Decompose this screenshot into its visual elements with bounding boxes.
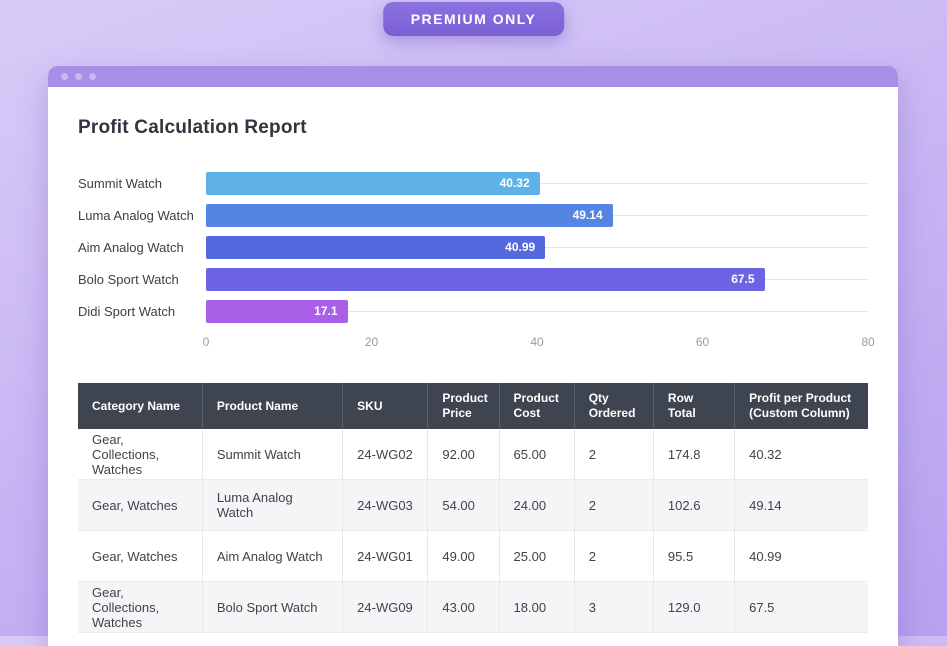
chart-bar: 67.5 bbox=[206, 268, 765, 291]
chart-bar-label: Summit Watch bbox=[78, 176, 206, 191]
table-row: Gear, Collections, WatchesSummit Watch24… bbox=[78, 429, 868, 480]
axis-tick-label: 0 bbox=[203, 335, 210, 349]
table-cell: Summit Watch bbox=[202, 429, 342, 480]
table-cell: 24.00 bbox=[499, 480, 574, 531]
chart-x-axis: 020406080 bbox=[206, 335, 868, 351]
table-cell: Luma Analog Watch bbox=[202, 480, 342, 531]
table-cell: 2 bbox=[574, 429, 653, 480]
table-cell: 65.00 bbox=[499, 429, 574, 480]
chart-bar-label: Didi Sport Watch bbox=[78, 304, 206, 319]
table-cell: Bolo Sport Watch bbox=[202, 582, 342, 633]
table-cell: 102.6 bbox=[653, 480, 734, 531]
table-cell: Gear, Watches bbox=[78, 480, 202, 531]
table-header-cell: Product Price bbox=[428, 383, 499, 429]
report-window: Profit Calculation Report Summit Watch 40… bbox=[48, 66, 898, 646]
window-control-dot bbox=[61, 73, 68, 80]
table-cell: Gear, Watches bbox=[78, 531, 202, 582]
chart-bar-track: 17.1 bbox=[206, 300, 868, 323]
table-header-row: Category NameProduct NameSKUProduct Pric… bbox=[78, 383, 868, 429]
chart-bars-area: Summit Watch 40.32 Luma Analog Watch 49.14 A… bbox=[78, 167, 868, 327]
axis-tick-label: 60 bbox=[696, 335, 709, 349]
table-cell: 24-WG02 bbox=[343, 429, 428, 480]
table-cell: 49.00 bbox=[428, 531, 499, 582]
table-cell: Gear, Collections, Watches bbox=[78, 429, 202, 480]
table-cell: 24-WG01 bbox=[343, 531, 428, 582]
chart-bar-row: Aim Analog Watch 40.99 bbox=[78, 231, 868, 263]
chart-bar: 49.14 bbox=[206, 204, 613, 227]
chart-bar-row: Didi Sport Watch 17.1 bbox=[78, 295, 868, 327]
table-cell: 95.5 bbox=[653, 531, 734, 582]
table-cell: 3 bbox=[574, 582, 653, 633]
table-cell: 43.00 bbox=[428, 582, 499, 633]
table-row: Gear, WatchesLuma Analog Watch24-WG0354.… bbox=[78, 480, 868, 531]
table-header-cell: Product Cost bbox=[499, 383, 574, 429]
chart-bar-track: 67.5 bbox=[206, 268, 868, 291]
table-header-cell: Row Total bbox=[653, 383, 734, 429]
table-header-cell: Profit per Product (Custom Column) bbox=[735, 383, 868, 429]
table-cell: 2 bbox=[574, 480, 653, 531]
table-cell: Aim Analog Watch bbox=[202, 531, 342, 582]
report-table: Category NameProduct NameSKUProduct Pric… bbox=[78, 383, 868, 633]
axis-tick-label: 80 bbox=[861, 335, 874, 349]
axis-tick-label: 20 bbox=[365, 335, 378, 349]
chart-bar-label: Aim Analog Watch bbox=[78, 240, 206, 255]
premium-badge-label: PREMIUM ONLY bbox=[411, 11, 537, 27]
table-cell: 40.32 bbox=[735, 429, 868, 480]
chart-bar: 40.99 bbox=[206, 236, 545, 259]
table-cell: 129.0 bbox=[653, 582, 734, 633]
table-header-cell: Product Name bbox=[202, 383, 342, 429]
profit-bar-chart: Summit Watch 40.32 Luma Analog Watch 49.14 A… bbox=[78, 167, 868, 351]
table-cell: 67.5 bbox=[735, 582, 868, 633]
table-cell: 40.99 bbox=[735, 531, 868, 582]
table-cell: 24-WG03 bbox=[343, 480, 428, 531]
axis-tick-label: 40 bbox=[530, 335, 543, 349]
chart-bar: 17.1 bbox=[206, 300, 348, 323]
table-cell: 18.00 bbox=[499, 582, 574, 633]
chart-bar-value: 40.32 bbox=[500, 176, 530, 190]
chart-bar-value: 40.99 bbox=[505, 240, 535, 254]
report-table-body: Gear, Collections, WatchesSummit Watch24… bbox=[78, 429, 868, 633]
table-cell: 54.00 bbox=[428, 480, 499, 531]
chart-bar-track: 40.99 bbox=[206, 236, 868, 259]
table-cell: 49.14 bbox=[735, 480, 868, 531]
table-header-cell: SKU bbox=[343, 383, 428, 429]
window-titlebar bbox=[48, 66, 898, 87]
report-table-head: Category NameProduct NameSKUProduct Pric… bbox=[78, 383, 868, 429]
chart-bar-track: 40.32 bbox=[206, 172, 868, 195]
chart-bar-value: 67.5 bbox=[731, 272, 754, 286]
window-control-dot bbox=[75, 73, 82, 80]
window-control-dot bbox=[89, 73, 96, 80]
table-row: Gear, WatchesAim Analog Watch24-WG0149.0… bbox=[78, 531, 868, 582]
chart-bar-value: 17.1 bbox=[314, 304, 337, 318]
table-cell: 25.00 bbox=[499, 531, 574, 582]
chart-bar-row: Summit Watch 40.32 bbox=[78, 167, 868, 199]
table-header-cell: Category Name bbox=[78, 383, 202, 429]
table-row: Gear, Collections, WatchesBolo Sport Wat… bbox=[78, 582, 868, 633]
table-header-cell: Qty Ordered bbox=[574, 383, 653, 429]
chart-bar: 40.32 bbox=[206, 172, 540, 195]
chart-bar-track: 49.14 bbox=[206, 204, 868, 227]
chart-bar-label: Luma Analog Watch bbox=[78, 208, 206, 223]
table-cell: 24-WG09 bbox=[343, 582, 428, 633]
chart-bar-label: Bolo Sport Watch bbox=[78, 272, 206, 287]
report-content: Profit Calculation Report Summit Watch 40… bbox=[48, 87, 898, 633]
table-cell: 92.00 bbox=[428, 429, 499, 480]
table-cell: Gear, Collections, Watches bbox=[78, 582, 202, 633]
chart-bar-value: 49.14 bbox=[573, 208, 603, 222]
chart-bar-row: Luma Analog Watch 49.14 bbox=[78, 199, 868, 231]
chart-bar-row: Bolo Sport Watch 67.5 bbox=[78, 263, 868, 295]
table-cell: 174.8 bbox=[653, 429, 734, 480]
premium-badge: PREMIUM ONLY bbox=[383, 2, 565, 36]
table-cell: 2 bbox=[574, 531, 653, 582]
page-title: Profit Calculation Report bbox=[78, 117, 868, 139]
